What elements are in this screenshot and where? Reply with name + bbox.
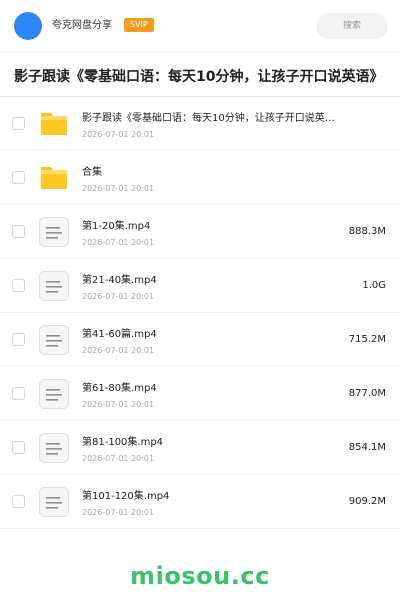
row-checkbox[interactable]	[12, 117, 25, 130]
list-item[interactable]: 第1-20集.mp4 2026-07-01 20:01 888.3M	[0, 205, 400, 259]
file-date: 2026-07-01 20:01	[82, 508, 155, 517]
document-icon	[38, 432, 70, 464]
file-date: 2026-07-01 20:01	[82, 400, 155, 409]
file-name: 第81-100集.mp4	[82, 437, 164, 448]
list-item[interactable]: 第81-100集.mp4 2026-07-01 20:01 854.1M	[0, 421, 400, 475]
file-name: 影子跟读《零基础口语：每天10分钟，让孩子开口说英…	[82, 113, 335, 124]
file-date: 2026-07-01 20:01	[82, 130, 155, 139]
page-title: 影子跟读《零基础口语：每天10分钟，让孩子开口说英语》	[14, 69, 384, 85]
file-name: 第101-120集.mp4	[82, 491, 170, 502]
file-size: 888.3M	[348, 226, 386, 237]
folder-icon	[38, 108, 70, 140]
list-item[interactable]: 第101-120集.mp4 2026-07-01 20:01 909.2M	[0, 475, 400, 529]
avatar[interactable]	[14, 12, 42, 40]
document-icon	[38, 486, 70, 518]
folder-icon	[38, 162, 70, 194]
file-name: 第61-80集.mp4	[82, 383, 157, 394]
watermark: miosou.cc	[130, 562, 270, 590]
list-item[interactable]: 第61-80集.mp4 2026-07-01 20:01 877.0M	[0, 367, 400, 421]
file-name: 第41-60篇.mp4	[82, 329, 157, 340]
search-input[interactable]: 搜索	[316, 13, 388, 39]
file-date: 2026-07-01 20:01	[82, 184, 155, 193]
file-date: 2026-07-01 20:01	[82, 346, 155, 355]
document-icon	[38, 324, 70, 356]
svip-badge: SVIP	[124, 18, 154, 32]
header-divider	[0, 52, 400, 53]
row-checkbox[interactable]	[12, 171, 25, 184]
row-checkbox[interactable]	[12, 333, 25, 346]
header: 夸克网盘分享 SVIP 搜索	[0, 0, 400, 52]
file-date: 2026-07-01 20:01	[82, 292, 155, 301]
document-icon	[38, 378, 70, 410]
file-size: 877.0M	[348, 388, 386, 399]
list-item[interactable]: 第21-40集.mp4 2026-07-01 20:01 1.0G	[0, 259, 400, 313]
document-icon	[38, 216, 70, 248]
document-icon	[38, 270, 70, 302]
list-item[interactable]: 第41-60篇.mp4 2026-07-01 20:01 715.2M	[0, 313, 400, 367]
list-item[interactable]: 影子跟读《零基础口语：每天10分钟，让孩子开口说英… 2026-07-01 20:…	[0, 97, 400, 151]
row-checkbox[interactable]	[12, 441, 25, 454]
file-size: 1.0G	[362, 280, 386, 291]
app-name: 夸克网盘分享	[52, 20, 112, 31]
row-checkbox[interactable]	[12, 225, 25, 238]
file-size: 909.2M	[348, 496, 386, 507]
list-item[interactable]: 合集 2026-07-01 20:01	[0, 151, 400, 205]
file-name: 合集	[82, 167, 102, 178]
file-size: 854.1M	[348, 442, 386, 453]
file-name: 第1-20集.mp4	[82, 221, 151, 232]
file-size: 715.2M	[348, 334, 386, 345]
row-checkbox[interactable]	[12, 279, 25, 292]
file-name: 第21-40集.mp4	[82, 275, 157, 286]
row-checkbox[interactable]	[12, 387, 25, 400]
file-date: 2026-07-01 20:01	[82, 454, 155, 463]
file-date: 2026-07-01 20:01	[82, 238, 155, 247]
file-list: 影子跟读《零基础口语：每天10分钟，让孩子开口说英… 2026-07-01 20:…	[0, 97, 400, 529]
row-checkbox[interactable]	[12, 495, 25, 508]
